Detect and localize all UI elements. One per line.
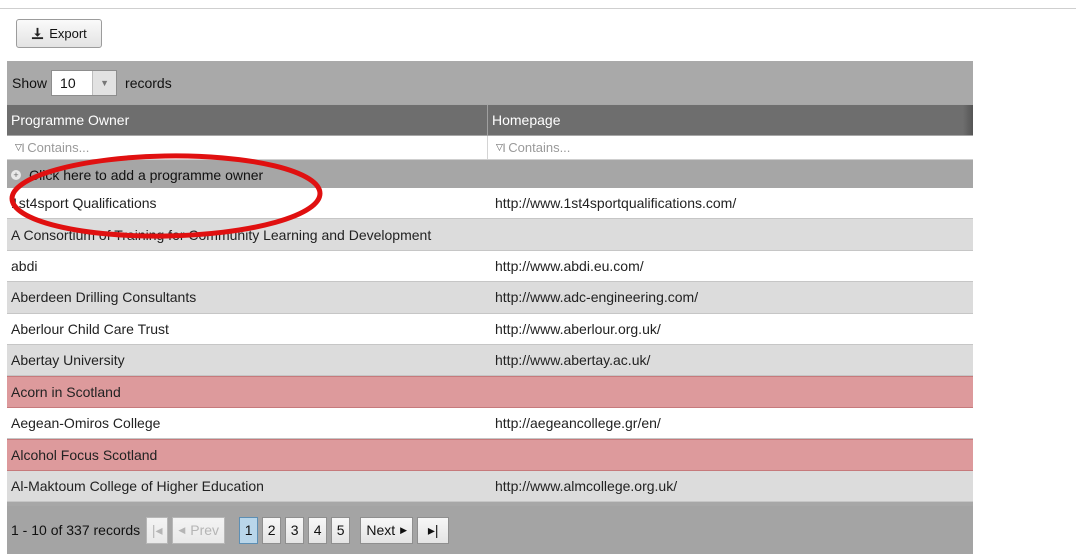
prev-page-button[interactable]: ◀ Prev: [172, 516, 226, 544]
column-header-programme-owner[interactable]: Programme Owner: [7, 105, 488, 135]
cell-programme-owner: Aegean-Omiros College: [11, 414, 161, 431]
page-size-value: 10: [60, 74, 76, 91]
filter-icon[interactable]: ▽|: [496, 142, 505, 153]
column-header-homepage[interactable]: Homepage: [488, 105, 973, 135]
pager-info: 1 - 10 of 337 records: [11, 522, 141, 538]
table-body: 1st4sport Qualifications http://www.1st4…: [7, 188, 973, 502]
next-label: Next: [366, 522, 396, 538]
table-row[interactable]: Abertay University http://www.abertay.ac…: [7, 344, 973, 377]
cell-homepage: http://www.almcollege.org.uk/: [495, 477, 678, 494]
chevron-left-icon: ◀: [178, 524, 186, 535]
filter-row: ▽| Contains... ▽| Contains...: [7, 136, 973, 160]
add-programme-owner-row[interactable]: + Click here to add a programme owner: [7, 161, 973, 188]
pager: 1 - 10 of 337 records |◂ ◀ Prev 1 2 3 4 …: [7, 506, 973, 554]
filter-homepage[interactable]: ▽| Contains...: [488, 136, 973, 159]
download-icon: [32, 27, 44, 40]
cell-programme-owner: Acorn in Scotland: [11, 384, 121, 401]
cell-homepage: http://aegeancollege.gr/en/: [495, 414, 661, 431]
cell-homepage: http://www.aberlour.org.uk/: [495, 320, 661, 337]
cell-programme-owner: Abertay University: [11, 352, 125, 369]
cell-programme-owner: A Consortium of Training for Community L…: [11, 226, 432, 243]
records-label: records: [125, 74, 172, 91]
plus-circle-icon: +: [11, 169, 21, 180]
table-row[interactable]: 1st4sport Qualifications http://www.1st4…: [7, 188, 973, 220]
cell-programme-owner: Al-Maktoum College of Higher Education: [11, 477, 264, 494]
header-edge: [963, 105, 973, 135]
table-row[interactable]: abdi http://www.abdi.eu.com/: [7, 250, 973, 283]
page-button-2[interactable]: 2: [262, 516, 282, 544]
cell-homepage: http://www.adc-engineering.com/: [495, 289, 699, 306]
last-page-button[interactable]: ▸|: [417, 516, 450, 544]
cell-programme-owner: 1st4sport Qualifications: [11, 195, 157, 212]
cell-homepage: http://www.1st4sportqualifications.com/: [495, 195, 737, 212]
page-button-1[interactable]: 1: [239, 516, 259, 544]
cell-programme-owner: Alcohol Focus Scotland: [11, 446, 158, 463]
last-page-icon: ▸|: [427, 521, 439, 538]
filter-placeholder: Contains...: [508, 140, 571, 155]
page-button-5[interactable]: 5: [331, 516, 351, 544]
table-row[interactable]: Alcohol Focus Scotland: [7, 439, 973, 471]
table-row[interactable]: Al-Maktoum College of Higher Education h…: [7, 470, 973, 502]
filter-placeholder: Contains...: [27, 140, 90, 155]
chevron-down-icon[interactable]: ▼: [92, 70, 117, 95]
page-size-select[interactable]: 10 ▼: [51, 69, 118, 96]
first-page-icon: |◂: [151, 521, 163, 538]
column-header-row: Programme Owner Homepage: [7, 105, 973, 135]
table-row[interactable]: Aberlour Child Care Trust http://www.abe…: [7, 313, 973, 345]
export-button[interactable]: Export: [16, 19, 102, 48]
table-row[interactable]: Aberdeen Drilling Consultants http://www…: [7, 282, 973, 314]
show-label: Show: [12, 74, 48, 91]
cell-programme-owner: Aberdeen Drilling Consultants: [11, 289, 197, 306]
first-page-button[interactable]: |◂: [146, 516, 169, 544]
cell-programme-owner: Aberlour Child Care Trust: [11, 320, 169, 337]
export-label: Export: [49, 26, 87, 41]
programme-owner-grid: Show 10 ▼ records Programme Owner Homepa…: [7, 61, 973, 554]
table-row[interactable]: Acorn in Scotland: [7, 376, 973, 408]
filter-programme-owner[interactable]: ▽| Contains...: [7, 136, 488, 159]
page-button-3[interactable]: 3: [285, 516, 305, 544]
next-page-button[interactable]: Next ▶: [360, 516, 414, 544]
cell-homepage: http://www.abdi.eu.com/: [495, 257, 644, 274]
prev-label: Prev: [190, 522, 220, 538]
cell-programme-owner: abdi: [11, 257, 38, 274]
top-divider: [0, 8, 1076, 9]
page-button-4[interactable]: 4: [308, 516, 328, 544]
chevron-right-icon: ▶: [400, 524, 408, 535]
grid-toolbar: Show 10 ▼ records: [7, 61, 973, 104]
table-row[interactable]: Aegean-Omiros College http://aegeancolle…: [7, 407, 973, 440]
filter-icon[interactable]: ▽|: [15, 142, 24, 153]
add-programme-owner-label: Click here to add a programme owner: [29, 166, 264, 183]
table-row[interactable]: A Consortium of Training for Community L…: [7, 219, 973, 251]
cell-homepage: http://www.abertay.ac.uk/: [495, 352, 651, 369]
